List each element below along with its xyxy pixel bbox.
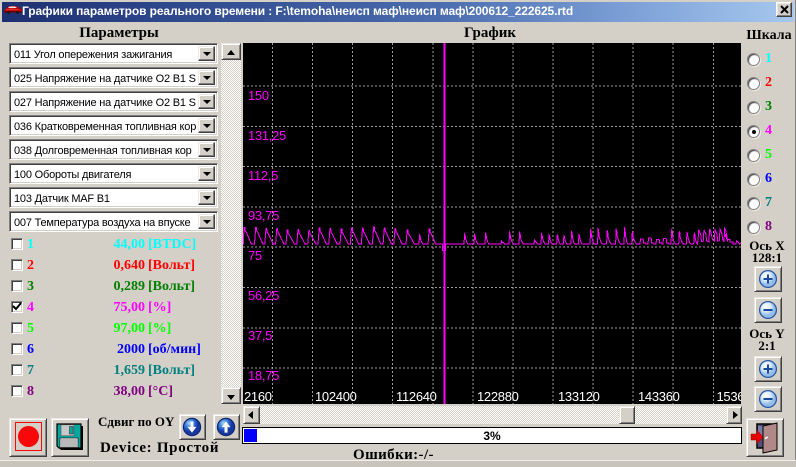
svg-text:131,25: 131,25 (248, 128, 286, 143)
svg-text:112640: 112640 (396, 389, 437, 404)
svg-text:133120: 133120 (558, 389, 600, 404)
svg-text:153600: 153600 (717, 389, 742, 404)
svg-text:2160: 2160 (244, 389, 272, 404)
svg-text:112,5: 112,5 (248, 168, 278, 183)
svg-text:93,75: 93,75 (248, 208, 279, 223)
svg-text:102400: 102400 (315, 389, 357, 404)
svg-text:18,75: 18,75 (248, 368, 279, 383)
svg-text:75: 75 (248, 248, 262, 263)
svg-text:37,5: 37,5 (248, 328, 272, 343)
svg-text:143360: 143360 (638, 389, 680, 404)
svg-text:150: 150 (248, 88, 269, 103)
svg-text:56,25: 56,25 (248, 288, 279, 303)
svg-text:122880: 122880 (477, 389, 519, 404)
